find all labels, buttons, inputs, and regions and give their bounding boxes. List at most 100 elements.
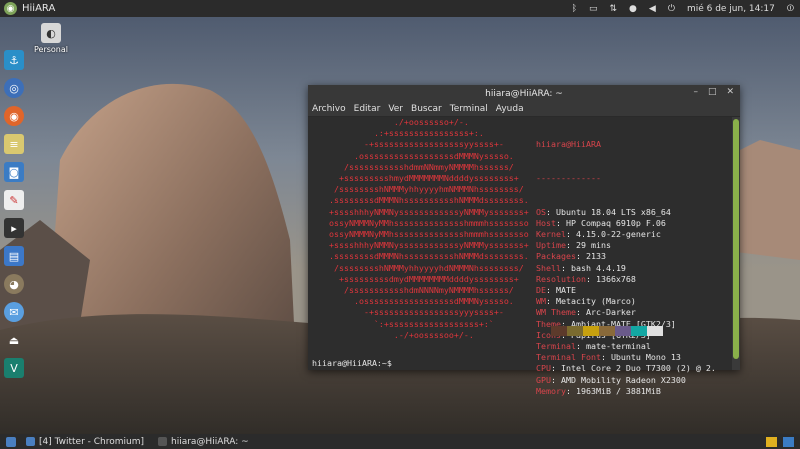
vectr-icon[interactable]: V	[4, 358, 24, 378]
color-swatches	[551, 326, 663, 336]
terminal-titlebar[interactable]: hiiara@HiiARA: ~ – □ ✕	[308, 85, 740, 102]
info-value: Ubuntu Mono 13	[610, 352, 681, 363]
shutdown-icon[interactable]: ⏼	[787, 4, 794, 14]
info-value: 1366x768	[595, 273, 636, 284]
info-value: 1963MiB / 3881MiB	[575, 385, 661, 396]
menu-editar[interactable]: Editar	[354, 104, 381, 114]
thunderbird-icon[interactable]: ✉	[4, 302, 24, 322]
color-swatch	[647, 326, 663, 336]
menu-archivo[interactable]: Archivo	[312, 104, 346, 114]
gimp-icon[interactable]: ◕	[4, 274, 24, 294]
camera-icon[interactable]: ◙	[4, 162, 24, 182]
info-key: Shell	[536, 262, 561, 273]
home-folder-icon: ◐	[41, 23, 61, 43]
neofetch-info: hiiara@HiiARA ------------- OS: Ubuntu 1…	[536, 117, 716, 419]
menu-ayuda[interactable]: Ayuda	[496, 104, 524, 114]
terminal-output[interactable]: ./+oossssso+/-. .:+ssssssssssssssss+:. -…	[308, 117, 732, 396]
info-value: 2133	[585, 251, 606, 262]
logo-line: -+sssssssssssssssssyyyssss+-	[314, 307, 504, 318]
info-row: Resolution: 1366x768	[536, 273, 636, 284]
desktop-home-folder[interactable]: ◐ Personal	[33, 23, 69, 54]
menu-ver[interactable]: Ver	[388, 104, 403, 114]
info-key: Resolution	[536, 273, 586, 284]
info-key: WM	[536, 296, 546, 307]
taskbar-item-chromium[interactable]: [4] Twitter - Chromium]	[22, 437, 148, 447]
notification-icon[interactable]: ●	[629, 4, 637, 14]
dock: ⚓ ◎ ◉ ≡ ◙ ✎ ▸ ▤ ◕ ✉ ⏏ V	[4, 50, 28, 378]
info-row: Packages: 2133	[536, 251, 606, 262]
color-swatch	[583, 326, 599, 336]
logo-line: ossyNMMMNyMMhsssssssssssssshmmmhssssssso	[314, 217, 529, 228]
logo-line: /ssssssssssshdmmNNmmyNMMMMhssssss/	[314, 161, 514, 172]
document-icon[interactable]: ✎	[4, 190, 24, 210]
workspace-icon[interactable]	[783, 436, 794, 447]
maximize-icon[interactable]: □	[708, 87, 717, 97]
terminal-title: hiiara@HiiARA: ~	[485, 88, 563, 99]
scrollbar-thumb[interactable]	[733, 119, 739, 359]
terminal-icon	[158, 437, 167, 446]
network-icon[interactable]: ⇅	[609, 4, 617, 14]
clock[interactable]: mié 6 de jun, 14:17	[687, 4, 775, 14]
eject-icon[interactable]: ⏏	[4, 330, 24, 350]
info-row: Terminal: mate-terminal	[536, 341, 651, 352]
info-key: CPU	[536, 363, 551, 374]
info-row: WM Theme: Arc-Darker	[536, 307, 636, 318]
display-icon[interactable]: ▭	[589, 4, 598, 14]
info-value: 4.15.0-22-generic	[575, 229, 661, 240]
bottom-panel: [4] Twitter - Chromium] hiiara@HiiARA: ~	[0, 434, 800, 449]
volume-icon[interactable]: ◀	[649, 4, 656, 14]
logo-line: .-/+oossssoo+/-.	[314, 329, 474, 340]
info-key: GPU	[536, 374, 551, 385]
taskbar-item-terminal[interactable]: hiiara@HiiARA: ~	[154, 437, 253, 447]
info-row: GPU: AMD Mobility Radeon X2300	[536, 374, 686, 385]
top-panel: ◉ HiiARA ᛒ ▭ ⇅ ● ◀ ⏻ mié 6 de jun, 14:17…	[0, 0, 800, 17]
info-key: Memory	[536, 385, 566, 396]
logo-line: +sssssssssdmydMMMMMMMMddddyssssssss+	[314, 273, 519, 284]
info-row: WM: Metacity (Marco)	[536, 296, 636, 307]
logo-line: -+ssssssssssssssssssyyssss+-	[314, 139, 504, 150]
shell-prompt[interactable]: hiiara@HiiARA:~$	[312, 358, 392, 369]
close-icon[interactable]: ✕	[726, 87, 734, 97]
anchor-icon[interactable]: ⚓	[4, 50, 24, 70]
info-key: Kernel	[536, 229, 566, 240]
system-tray: ᛒ ▭ ⇅ ● ◀ ⏻ mié 6 de jun, 14:17 ⏼	[572, 4, 800, 14]
logo-line: ./+oossssso+/-.	[314, 117, 469, 127]
ubuntu-ascii-logo: ./+oossssso+/-. .:+ssssssssssssssss+:. -…	[314, 117, 534, 341]
info-value: Intel Core 2 Duo T7300 (2) @ 2.	[561, 363, 716, 374]
info-row: DE: MATE	[536, 285, 576, 296]
terminal-scrollbar[interactable]	[732, 117, 740, 370]
task-label: [4] Twitter - Chromium]	[39, 436, 144, 447]
chromium-icon	[26, 437, 35, 446]
info-key: WM Theme	[536, 307, 576, 318]
firefox-icon[interactable]: ◉	[4, 106, 24, 126]
mate-menu-icon[interactable]: ◉	[4, 2, 17, 15]
bluetooth-icon[interactable]: ᛒ	[572, 4, 577, 14]
notes-icon[interactable]	[766, 436, 777, 447]
logo-line: .:+ssssssssssssssss+:.	[314, 128, 484, 139]
logo-line: +ssssssssshmydMMMMMMMNddddyssssssss+	[314, 173, 519, 184]
terminal-window[interactable]: hiiara@HiiARA: ~ – □ ✕ Archivo Editar Ve…	[308, 85, 740, 396]
info-separator: -------------	[536, 173, 601, 184]
chromium-icon[interactable]: ◎	[4, 78, 24, 98]
power-icon[interactable]: ⏻	[668, 4, 675, 14]
color-swatch	[615, 326, 631, 336]
notes-icon[interactable]: ≡	[4, 134, 24, 154]
writer-icon[interactable]: ▤	[4, 246, 24, 266]
active-app-title[interactable]: HiiARA	[22, 3, 55, 14]
menu-terminal[interactable]: Terminal	[450, 104, 488, 114]
logo-line: .ossssssssssssssssssdMMMNysssso.	[314, 296, 514, 307]
show-desktop-icon[interactable]	[6, 436, 16, 447]
menu-buscar[interactable]: Buscar	[411, 104, 442, 114]
info-row: OS: Ubuntu 18.04 LTS x86_64	[536, 206, 671, 217]
logo-line: .ossssssssssssssssssdMMMNysssso.	[314, 150, 514, 161]
minimize-icon[interactable]: –	[693, 87, 698, 97]
info-key: Terminal Font	[536, 352, 601, 363]
terminal-icon[interactable]: ▸	[4, 218, 24, 238]
color-swatch	[599, 326, 615, 336]
info-key: Terminal	[536, 341, 576, 352]
info-value: HP Compaq 6910p F.06	[565, 217, 666, 228]
info-key: DE	[536, 285, 546, 296]
info-value: Metacity (Marco)	[556, 296, 636, 307]
info-value: 29 mins	[575, 240, 611, 251]
info-key: Packages	[536, 251, 576, 262]
